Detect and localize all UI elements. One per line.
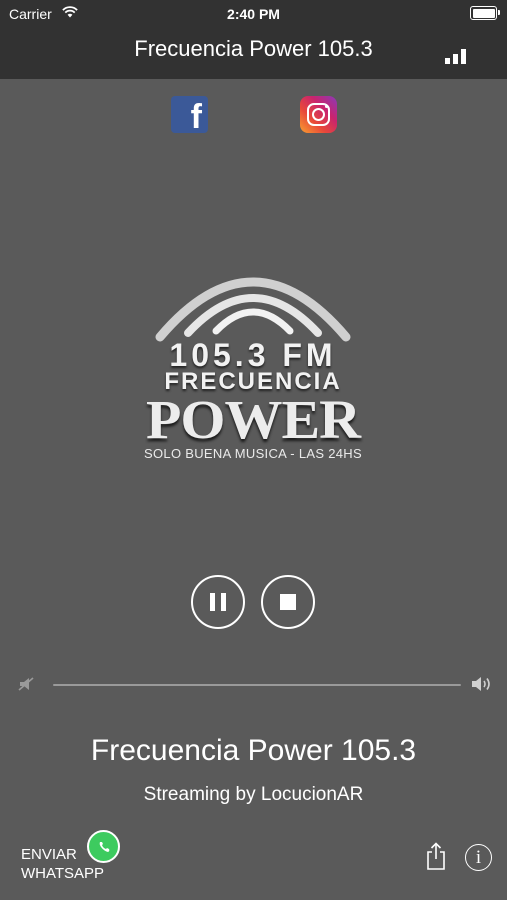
instagram-icon[interactable] — [300, 96, 337, 133]
pause-icon — [210, 593, 215, 611]
stop-icon — [280, 594, 296, 610]
page-title: Frecuencia Power 105.3 — [134, 36, 373, 61]
signal-bars-icon[interactable] — [445, 48, 469, 64]
station-logo: 105.3 FM FRECUENCIA POWER SOLO BUENA MUS… — [118, 255, 388, 470]
stop-button[interactable] — [261, 575, 315, 629]
volume-max-icon — [472, 677, 490, 691]
streaming-credit: Streaming by LocucionAR — [143, 784, 364, 805]
status-bar: Carrier 2:40 PM — [0, 0, 507, 28]
whatsapp-line-2: WHATSAPP — [21, 865, 105, 882]
top-bar: Carrier 2:40 PM Frecuencia Power 105.3 — [0, 0, 507, 79]
volume-mute-icon — [18, 677, 34, 691]
station-name: Frecuencia Power 105.3 — [90, 734, 417, 767]
facebook-icon[interactable]: f — [171, 96, 208, 136]
logo-tagline: SOLO BUENA MUSICA - LAS 24HS — [144, 446, 362, 461]
radio-waves-icon — [155, 277, 351, 342]
battery-icon — [470, 6, 500, 20]
share-icon[interactable] — [425, 842, 447, 870]
whatsapp-icon[interactable] — [87, 830, 120, 863]
pause-button[interactable] — [191, 575, 245, 629]
info-icon: i — [475, 847, 482, 868]
facebook-glyph: f — [190, 98, 202, 136]
clock: 2:40 PM — [227, 6, 280, 22]
info-button[interactable]: i — [465, 844, 492, 871]
volume-slider[interactable] — [53, 684, 461, 686]
logo-brand: POWER — [145, 388, 361, 451]
